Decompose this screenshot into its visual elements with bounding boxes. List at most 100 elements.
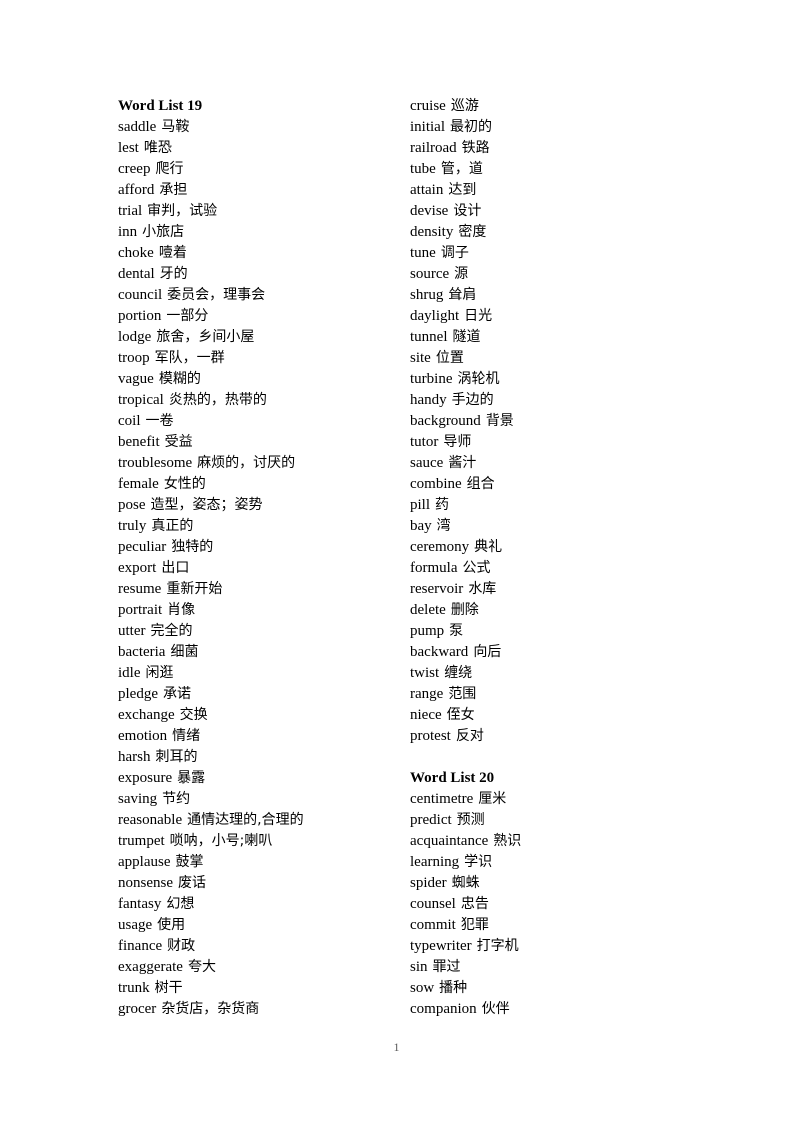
entry-term: dental <box>118 266 155 282</box>
entry-gloss: 厘米 <box>478 791 507 807</box>
vocabulary-entry: idle 闲逛 <box>118 663 410 684</box>
entry-gloss: 肖像 <box>167 602 196 618</box>
entry-gloss: 耸肩 <box>448 287 477 303</box>
entry-term: coil <box>118 413 141 429</box>
entry-gloss: 情绪 <box>172 728 201 744</box>
entry-gloss: 酱汁 <box>448 455 477 471</box>
entry-term: cruise <box>410 98 446 114</box>
entry-gloss: 管，道 <box>440 161 483 177</box>
entry-term: attain <box>410 182 444 198</box>
entry-term: troublesome <box>118 455 193 471</box>
entry-gloss: 手边的 <box>451 392 494 408</box>
entry-term: tropical <box>118 392 164 408</box>
entry-gloss: 伙伴 <box>481 1001 510 1017</box>
entry-term: reservoir <box>410 581 464 597</box>
entry-gloss: 背景 <box>485 413 514 429</box>
vocabulary-entry: daylight 日光 <box>410 306 678 327</box>
entry-gloss: 公式 <box>462 560 491 576</box>
entry-gloss: 造型，姿态；姿势 <box>150 497 263 513</box>
two-column-body: Word List 19 saddle 马鞍 lest 唯恐 creep 爬行 afford 承… <box>118 96 678 1020</box>
entry-gloss: 废话 <box>178 875 206 891</box>
entry-term: portrait <box>118 602 163 618</box>
vocabulary-entry: background 背景 <box>410 411 678 432</box>
column-right: cruise 巡游 initial 最初的 railroad 铁路 tube 管，道 attai… <box>410 96 678 1020</box>
entry-term: choke <box>118 245 154 261</box>
entry-term: ceremony <box>410 539 470 555</box>
entry-gloss: 幻想 <box>166 896 195 912</box>
entry-gloss: 一部分 <box>166 308 209 324</box>
vocabulary-entry: portrait 肖像 <box>118 600 410 621</box>
vocabulary-entry: counsel 忠告 <box>410 894 678 915</box>
entry-term: niece <box>410 707 442 723</box>
entry-term: pill <box>410 497 431 513</box>
entry-gloss: 忠告 <box>460 896 489 912</box>
entry-gloss: 打字机 <box>476 938 519 954</box>
vocabulary-entry: exposure 暴露 <box>118 768 410 789</box>
vocabulary-entry: female 女性的 <box>118 474 410 495</box>
vocabulary-entry: attain 达到 <box>410 180 678 201</box>
entry-gloss: 小旅店 <box>142 224 185 240</box>
vocabulary-entry: tube 管，道 <box>410 159 678 180</box>
entry-gloss: 位置 <box>435 350 464 366</box>
entry-gloss: 设计 <box>453 203 482 219</box>
entry-term: harsh <box>118 749 151 765</box>
entry-gloss: 播种 <box>439 980 468 996</box>
vocabulary-entry: resume 重新开始 <box>118 579 410 600</box>
entry-term: pump <box>410 623 445 639</box>
entry-term: saving <box>118 791 158 807</box>
vocabulary-entry: pose 造型，姿态；姿势 <box>118 495 410 516</box>
entry-term: trial <box>118 203 143 219</box>
entry-gloss: 学识 <box>464 854 493 870</box>
vocabulary-entry: emotion 情绪 <box>118 726 410 747</box>
entry-gloss: 泵 <box>449 623 464 639</box>
entry-gloss: 审判，试验 <box>147 203 218 219</box>
entry-gloss: 承诺 <box>162 686 191 702</box>
entry-gloss: 密度 <box>458 224 487 240</box>
entry-gloss: 完全的 <box>150 623 193 639</box>
vocabulary-entry: ceremony 典礼 <box>410 537 678 558</box>
entry-gloss: 范围 <box>448 686 477 702</box>
vocabulary-entry: backward 向后 <box>410 642 678 663</box>
entry-term: tunnel <box>410 329 448 345</box>
vocabulary-entry: creep 爬行 <box>118 159 410 180</box>
entry-term: finance <box>118 938 163 954</box>
entry-gloss: 巡游 <box>450 98 479 114</box>
vocabulary-entry: vague 模糊的 <box>118 369 410 390</box>
vocabulary-entry: finance 财政 <box>118 936 410 957</box>
vocabulary-entry: fantasy 幻想 <box>118 894 410 915</box>
entry-term: benefit <box>118 434 160 450</box>
vocabulary-entry: tune 调子 <box>410 243 678 264</box>
vocabulary-entry: source 源 <box>410 264 678 285</box>
entry-term: daylight <box>410 308 460 324</box>
vocabulary-entry: dental 牙的 <box>118 264 410 285</box>
entry-gloss: 闲逛 <box>145 665 174 681</box>
word-list-heading: Word List 20 <box>410 770 495 786</box>
entry-gloss: 通情达理的,合理的 <box>187 812 304 828</box>
entry-term: export <box>118 560 157 576</box>
entry-gloss: 蜘蛛 <box>451 875 480 891</box>
entry-term: lest <box>118 140 139 156</box>
entry-term: formula <box>410 560 458 576</box>
page-number: 1 <box>393 1040 400 1054</box>
entry-term: saddle <box>118 119 157 135</box>
vocabulary-entry: density 密度 <box>410 222 678 243</box>
entry-gloss: 树干 <box>154 980 183 996</box>
entry-term: tube <box>410 161 436 177</box>
vocabulary-entry: delete 删除 <box>410 600 678 621</box>
entry-term: delete <box>410 602 446 618</box>
entry-gloss: 删除 <box>450 602 479 618</box>
vocabulary-entry: trumpet 唢呐，小号;喇叭 <box>118 831 410 852</box>
vocabulary-entry: twist 缠绕 <box>410 663 678 684</box>
entry-term: sow <box>410 980 435 996</box>
vocabulary-entry: acquaintance 熟识 <box>410 831 678 852</box>
entry-term: centimetre <box>410 791 474 807</box>
entry-gloss: 最初的 <box>450 119 492 135</box>
entry-gloss: 罪过 <box>432 959 461 975</box>
entry-gloss: 承担 <box>159 182 188 198</box>
entry-term: reasonable <box>118 812 183 828</box>
entry-term: typewriter <box>410 938 472 954</box>
vocabulary-entry: combine 组合 <box>410 474 678 495</box>
entry-gloss: 噎着 <box>158 245 187 261</box>
entry-term: background <box>410 413 481 429</box>
entry-term: applause <box>118 854 171 870</box>
